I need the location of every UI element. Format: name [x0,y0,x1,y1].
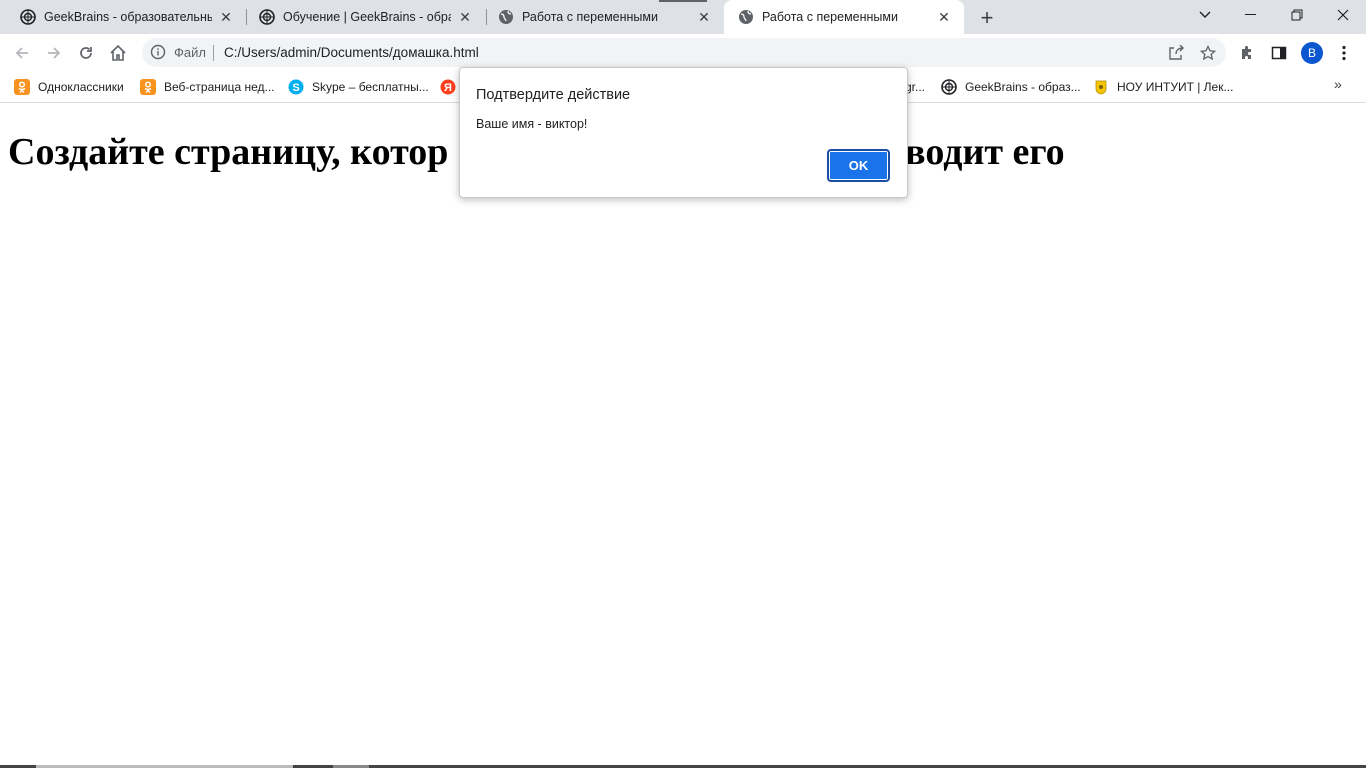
scheme-label: Файл [174,45,206,60]
share-icon[interactable] [1166,43,1186,63]
ok-button[interactable]: OK [827,149,890,182]
close-icon[interactable]: ✕ [218,9,234,25]
svg-text:Я: Я [444,82,452,94]
tab-variables-1[interactable]: Работа с переменными ✕ [478,0,724,34]
forward-button[interactable] [40,39,68,67]
tab-title: Работа с переменными [762,10,898,24]
tab-title: Работа с переменными [522,10,658,24]
bookmark-star-icon[interactable] [1198,43,1218,63]
extensions-icon[interactable] [1236,42,1258,64]
tab-geekbrains-main[interactable]: GeekBrains - образовательный п ✕ [0,0,246,34]
address-bar[interactable]: Файл C:/Users/admin/Documents/домашка.ht… [142,38,1226,67]
bookmark-item[interactable]: gr... [905,77,925,97]
restore-button[interactable] [1274,0,1320,30]
dialog-title: Подтвердите действие [476,87,631,103]
close-window-button[interactable] [1320,0,1366,30]
close-icon[interactable]: ✕ [457,9,473,25]
bookmark-label: Веб-страница нед... [164,80,275,94]
geekbrains-icon [941,79,957,95]
tab-title: Обучение | GeekBrains - образо [283,10,451,24]
reload-button[interactable] [72,39,100,67]
tab-strip: GeekBrains - образовательный п ✕ Обучени… [0,0,1366,34]
bookmark-item[interactable]: GeekBrains - образ... [941,77,1081,97]
bookmark-item[interactable]: Веб-страница нед... [140,77,275,97]
bookmark-label: GeekBrains - образ... [965,80,1081,94]
confirm-dialog: Подтвердите действие Ваше имя - виктор! … [459,67,908,198]
bookmark-label: НОУ ИНТУИТ | Лек... [1117,80,1234,94]
bookmark-label: gr... [905,80,926,94]
bookmark-label: Одноклассники [38,80,124,94]
heading-left: Создайте страницу, котор [8,131,449,173]
chevron-right-icon[interactable]: » [1334,76,1342,92]
intuit-icon [1093,79,1109,95]
dialog-message: Ваше имя - виктор! [476,117,588,131]
tab-geekbrains-learning[interactable]: Обучение | GeekBrains - образо ✕ [239,0,485,34]
yandex-icon: Я [440,79,456,95]
bookmark-item[interactable]: НОУ ИНТУИТ | Лек... [1093,77,1233,97]
side-panel-icon[interactable] [1268,42,1290,64]
skype-icon: S [288,79,304,95]
globe-icon [738,9,754,25]
tab-variables-active[interactable]: Работа с переменными ✕ [724,0,964,34]
new-tab-button[interactable]: + [976,7,998,29]
tab-search-button[interactable] [1182,0,1228,30]
bookmark-item[interactable]: S Skype – бесплатны... [288,77,429,97]
menu-icon[interactable] [1333,42,1355,64]
home-button[interactable] [104,39,132,67]
odnoklassniki-icon [14,79,30,95]
globe-icon [498,9,514,25]
tab-title: GeekBrains - образовательный п [44,10,212,24]
toolbar: Файл C:/Users/admin/Documents/домашка.ht… [0,34,1366,71]
odnoklassniki-icon [140,79,156,95]
minimize-button[interactable] [1228,0,1274,30]
back-button[interactable] [8,39,36,67]
divider [213,45,214,61]
svg-text:S: S [292,82,299,94]
geekbrains-icon [20,9,36,25]
bookmark-label: Skype – бесплатны... [312,80,429,94]
bookmark-item[interactable]: Одноклассники [14,77,124,97]
url-text[interactable]: C:/Users/admin/Documents/домашка.html [224,45,479,60]
close-icon[interactable]: ✕ [696,9,712,25]
avatar[interactable]: B [1301,42,1323,64]
close-icon[interactable]: ✕ [936,9,952,25]
geekbrains-icon [259,9,275,25]
info-icon[interactable] [150,44,166,60]
